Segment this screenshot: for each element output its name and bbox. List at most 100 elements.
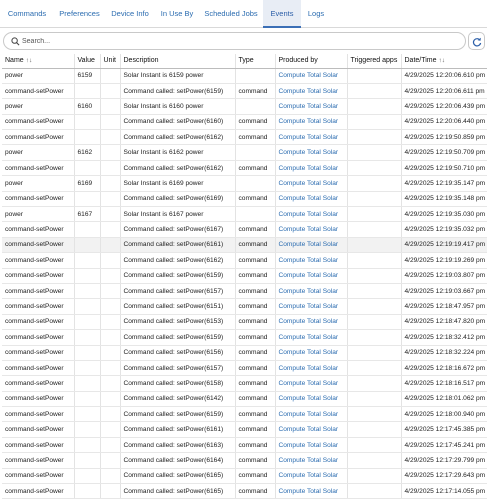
cell-produced-by[interactable]: Compute Total Solar (275, 483, 348, 499)
cell-produced-by[interactable]: Compute Total Solar (275, 191, 348, 208)
tab-in-use-by[interactable]: In Use By (155, 0, 199, 28)
cell-datetime: 4/29/2025 12:20:06.611 pm (401, 83, 487, 100)
cell-produced-by[interactable]: Compute Total Solar (275, 375, 348, 392)
column-header-produced-by[interactable]: Produced by (275, 54, 348, 69)
table-row: command-setPower Command called: setPower… (2, 283, 487, 300)
cell-datetime: 4/29/2025 12:18:47.957 pm (401, 298, 487, 315)
cell-type (235, 175, 276, 192)
table-row: command-setPower Command called: setPower… (2, 298, 487, 315)
cell-type (235, 206, 276, 223)
tab-events[interactable]: Events (263, 0, 301, 28)
table-header-row: Name ↑↓ Value Unit Description Type Produ… (2, 54, 487, 69)
cell-type: command (235, 221, 276, 238)
sort-icon[interactable]: ↑↓ (26, 57, 33, 64)
cell-value (74, 160, 101, 177)
refresh-button[interactable] (468, 32, 485, 50)
cell-unit (100, 68, 121, 84)
tab-scheduled-jobs[interactable]: Scheduled Jobs (199, 0, 263, 28)
column-header-triggered-apps[interactable]: Triggered apps (347, 54, 402, 69)
cell-produced-by[interactable]: Compute Total Solar (275, 421, 348, 438)
cell-datetime: 4/29/2025 12:19:35.032 pm (401, 221, 487, 238)
cell-datetime: 4/29/2025 12:20:06.610 pm (401, 68, 487, 84)
cell-datetime: 4/29/2025 12:20:06.439 pm (401, 98, 487, 115)
cell-produced-by[interactable]: Compute Total Solar (275, 83, 348, 100)
cell-type: command (235, 298, 276, 315)
cell-produced-by[interactable]: Compute Total Solar (275, 298, 348, 315)
table-row: power 6160 Solar Instant is 6160 power Comp… (2, 98, 487, 115)
cell-value (74, 421, 101, 438)
cell-description: Command called: setPower(6163) (120, 437, 236, 454)
cell-value (74, 191, 101, 208)
cell-unit (100, 452, 121, 469)
cell-type: command (235, 452, 276, 469)
cell-unit (100, 468, 121, 485)
cell-produced-by[interactable]: Compute Total Solar (275, 437, 348, 454)
cell-produced-by[interactable]: Compute Total Solar (275, 144, 348, 161)
cell-produced-by[interactable]: Compute Total Solar (275, 360, 348, 377)
cell-datetime: 4/29/2025 12:18:47.820 pm (401, 314, 487, 331)
cell-datetime: 4/29/2025 12:18:32.224 pm (401, 345, 487, 361)
tab-commands[interactable]: Commands (0, 0, 54, 28)
cell-triggered-apps (347, 391, 402, 408)
cell-description: Solar Instant is 6167 power (120, 206, 236, 223)
cell-produced-by[interactable]: Compute Total Solar (275, 221, 348, 238)
cell-produced-by[interactable]: Compute Total Solar (275, 114, 348, 131)
sort-icon[interactable]: ↑↓ (439, 57, 446, 64)
cell-produced-by[interactable]: Compute Total Solar (275, 98, 348, 115)
cell-produced-by[interactable]: Compute Total Solar (275, 175, 348, 192)
column-header-value[interactable]: Value (74, 54, 101, 69)
cell-produced-by[interactable]: Compute Total Solar (275, 468, 348, 485)
cell-datetime: 4/29/2025 12:19:03.807 pm (401, 268, 487, 284)
tab-device-info[interactable]: Device Info (105, 0, 155, 28)
cell-produced-by[interactable]: Compute Total Solar (275, 345, 348, 361)
table-row: command-setPower Command called: setPower… (2, 406, 487, 423)
refresh-icon (472, 37, 482, 47)
cell-name: command-setPower (2, 345, 75, 361)
cell-name: command-setPower (2, 406, 75, 423)
cell-unit (100, 237, 121, 254)
cell-unit (100, 160, 121, 177)
column-header-type[interactable]: Type (235, 54, 276, 69)
cell-type: command (235, 83, 276, 100)
column-header-datetime-label: Date/Time (404, 57, 437, 65)
cell-value (74, 129, 101, 146)
column-header-unit[interactable]: Unit (100, 54, 121, 69)
cell-produced-by[interactable]: Compute Total Solar (275, 206, 348, 223)
column-header-datetime[interactable]: Date/Time ↑↓ (401, 54, 487, 69)
cell-value (74, 345, 101, 361)
table-row: command-setPower Command called: setPower… (2, 329, 487, 346)
cell-value (74, 83, 101, 100)
cell-triggered-apps (347, 406, 402, 423)
cell-name: power (2, 206, 75, 223)
cell-unit (100, 375, 121, 392)
cell-produced-by[interactable]: Compute Total Solar (275, 160, 348, 177)
table-row: command-setPower Command called: setPower… (2, 237, 487, 254)
cell-produced-by[interactable]: Compute Total Solar (275, 283, 348, 300)
tab-preferences[interactable]: Preferences (54, 0, 105, 28)
cell-unit (100, 345, 121, 361)
column-header-description[interactable]: Description (120, 54, 236, 69)
cell-unit (100, 191, 121, 208)
cell-produced-by[interactable]: Compute Total Solar (275, 129, 348, 146)
cell-produced-by[interactable]: Compute Total Solar (275, 268, 348, 284)
cell-produced-by[interactable]: Compute Total Solar (275, 237, 348, 254)
table-row: command-setPower Command called: setPower… (2, 129, 487, 146)
tab-logs[interactable]: Logs (301, 0, 331, 28)
cell-name: command-setPower (2, 452, 75, 469)
cell-value: 6160 (74, 98, 101, 115)
search-input[interactable] (22, 35, 452, 48)
column-header-name[interactable]: Name ↑↓ (2, 54, 75, 69)
cell-produced-by[interactable]: Compute Total Solar (275, 314, 348, 331)
cell-name: command-setPower (2, 391, 75, 408)
cell-produced-by[interactable]: Compute Total Solar (275, 329, 348, 346)
cell-datetime: 4/29/2025 12:19:35.147 pm (401, 175, 487, 192)
cell-produced-by[interactable]: Compute Total Solar (275, 68, 348, 84)
cell-produced-by[interactable]: Compute Total Solar (275, 252, 348, 269)
cell-datetime: 4/29/2025 12:19:50.859 pm (401, 129, 487, 146)
cell-name: command-setPower (2, 314, 75, 331)
cell-description: Command called: setPower(6161) (120, 237, 236, 254)
cell-produced-by[interactable]: Compute Total Solar (275, 452, 348, 469)
cell-produced-by[interactable]: Compute Total Solar (275, 391, 348, 408)
cell-unit (100, 144, 121, 161)
cell-produced-by[interactable]: Compute Total Solar (275, 406, 348, 423)
